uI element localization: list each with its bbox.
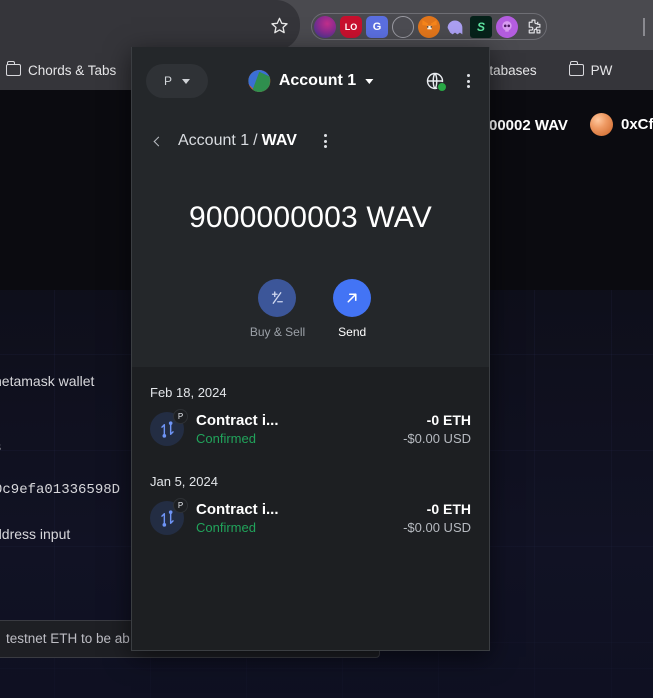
activity-network-badge: P [173, 498, 188, 513]
plus-minus-icon [258, 279, 297, 317]
activity-network-badge: P [173, 409, 188, 424]
buy-and-sell-label: Buy & Sell [249, 325, 306, 339]
asset-action-buttons: Buy & Sell Send [132, 279, 489, 367]
bookmark-star-icon[interactable] [265, 11, 293, 39]
extension-google-docs-icon[interactable]: G [366, 15, 388, 38]
dapp-text-line-2: s [0, 438, 1, 454]
send-button[interactable]: Send [333, 279, 372, 339]
chevron-down-icon [182, 78, 190, 84]
activity-amount: -0 ETH [426, 412, 471, 428]
activity-fiat: -$0.00 USD [403, 431, 471, 446]
activity-title: Contract i... [196, 412, 279, 429]
extensions-pill: LO G S [311, 11, 547, 42]
folder-icon [6, 61, 21, 76]
back-chevron-icon[interactable] [150, 133, 166, 149]
breadcrumb-text: Account 1/WAV [178, 132, 297, 150]
activity-status: Confirmed [196, 431, 256, 446]
network-label: P [163, 74, 172, 88]
activity-status: Confirmed [196, 520, 256, 535]
asset-options-kebab-icon[interactable] [317, 132, 335, 150]
send-label: Send [338, 325, 367, 339]
activity-title: Contract i... [196, 501, 279, 518]
extension-purple-circle-icon[interactable] [314, 15, 336, 38]
extension-google-docs-label: G [372, 20, 382, 33]
activity-fiat: -$0.00 USD [403, 520, 471, 535]
extension-slope-label: S [476, 19, 485, 34]
activity-amounts: -0 ETH -$0.00 USD [403, 501, 471, 535]
activity-date-heading: Feb 18, 2024 [150, 385, 227, 400]
toolbar-divider [643, 18, 645, 36]
header-actions [425, 71, 477, 92]
network-selector-button[interactable]: P [146, 64, 208, 98]
extension-lastpass-label: LO [344, 21, 358, 32]
dapp-text-line-1: netamask wallet [0, 373, 95, 389]
extensions-puzzle-menu-icon[interactable] [522, 16, 544, 38]
extension-phantom-icon[interactable] [444, 16, 466, 38]
bookmark-chords-and-tabs[interactable]: Chords & Tabs [0, 56, 124, 84]
breadcrumb: Account 1/WAV [132, 115, 489, 167]
activity-row[interactable]: P Contract i... Confirmed -0 ETH -$0.00 … [132, 491, 489, 545]
bookmark-label: Chords & Tabs [28, 62, 117, 78]
activity-icon-wrap: P [150, 498, 188, 535]
omnibox-strip[interactable] [0, 0, 300, 50]
asset-balance: 9000000003 WAV [189, 201, 432, 234]
extension-purple-skull-icon[interactable] [496, 15, 518, 38]
activity-row[interactable]: P Contract i... Confirmed -0 ETH -$0.00 … [132, 402, 489, 456]
breadcrumb-asset: WAV [261, 132, 297, 149]
bookmark-label: tabases [489, 62, 537, 78]
asset-overview: 9000000003 WAV Buy & Sell Send [132, 167, 489, 367]
activity-date-heading: Jan 5, 2024 [150, 474, 218, 489]
wallet-header: P Account 1 [132, 47, 489, 115]
breadcrumb-separator: / [253, 132, 258, 149]
activity-list: Feb 18, 2024 P Contract i... Confirmed -… [132, 367, 489, 650]
extension-gray-circle-icon[interactable] [392, 15, 414, 38]
bookmark-label: PW [590, 62, 613, 78]
activity-icon-wrap: P [150, 409, 188, 446]
breadcrumb-account: Account 1 [178, 132, 250, 149]
account-avatar-icon [247, 70, 270, 92]
connection-status-dot [437, 82, 447, 92]
extension-lastpass-icon[interactable]: LO [340, 15, 362, 38]
extension-metamask-icon[interactable] [414, 11, 444, 42]
buy-and-sell-button[interactable]: Buy & Sell [250, 279, 305, 339]
folder-icon [568, 61, 584, 76]
activity-amount: -0 ETH [426, 501, 471, 517]
dapp-notice-text: testnet ETH to be ab [6, 631, 130, 646]
bookmark-pw[interactable]: PW [561, 56, 621, 84]
dapp-account-avatar [590, 113, 613, 136]
bookmark-databases[interactable]: tabases [481, 56, 544, 84]
dapp-account-chip[interactable]: 0xCf [590, 113, 653, 136]
dapp-account-address: 0xCf [621, 116, 653, 133]
arrow-up-right-icon [333, 279, 372, 317]
account-name-label: Account 1 [278, 72, 357, 89]
chevron-down-icon [365, 78, 374, 84]
metamask-popup: P Account 1 Account 1 / WAV 9000000003 W… [131, 47, 490, 651]
account-menu-button[interactable]: Account 1 [247, 70, 374, 92]
activity-amounts: -0 ETH -$0.00 USD [403, 412, 471, 446]
global-menu-kebab-icon[interactable] [459, 72, 477, 90]
dapp-text-address: 0c9efa01336598D [0, 482, 121, 498]
dapp-balance-readout: 00002 WAV [489, 117, 568, 134]
connection-globe-icon[interactable] [425, 71, 447, 92]
activity-main: Contract i... Confirmed [196, 501, 391, 535]
activity-main: Contract i... Confirmed [196, 412, 391, 446]
dapp-text-line-4: ddress input [0, 526, 71, 542]
extension-slope-icon[interactable]: S [470, 15, 492, 38]
